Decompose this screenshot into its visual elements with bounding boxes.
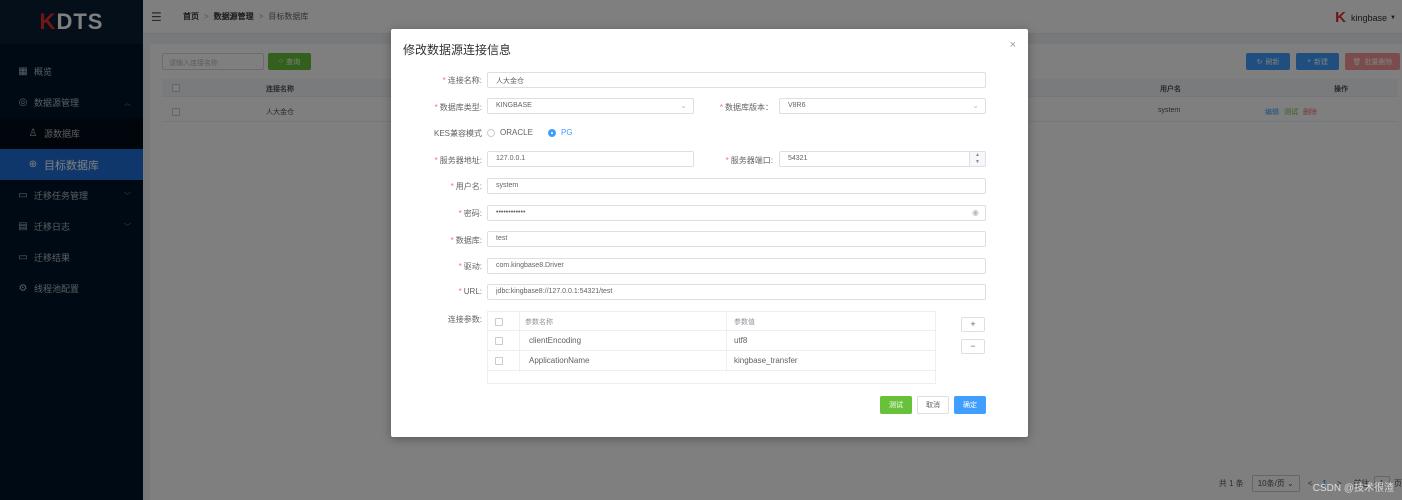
driver-label: * 驱动: bbox=[458, 262, 482, 271]
param-name-header: 参数名称 bbox=[525, 319, 553, 326]
host-input[interactable]: 127.0.0.1 bbox=[487, 151, 694, 167]
edit-connection-dialog: 修改数据源连接信息 × * 连接名称: 人大金仓 * 数据库类型: KINGBASE… bbox=[391, 29, 1028, 437]
db-type-label: * 数据库类型: bbox=[434, 103, 482, 112]
watermark: CSDN @技术很渣 bbox=[1312, 483, 1394, 494]
port-input[interactable]: 54321 ▲ ▼ bbox=[779, 151, 986, 167]
table-row: clientEncoding utf8 bbox=[488, 331, 935, 351]
radio-oracle[interactable]: ORACLE bbox=[487, 128, 533, 137]
dialog-title: 修改数据源连接信息 bbox=[403, 43, 512, 57]
eye-icon[interactable]: ◉ bbox=[972, 208, 979, 217]
radio-oracle-label: ORACLE bbox=[500, 128, 533, 137]
radio-dot bbox=[548, 128, 556, 137]
password-value: •••••••••••• bbox=[496, 209, 526, 216]
confirm-button[interactable]: 确定 bbox=[954, 396, 986, 414]
database-input[interactable]: test bbox=[487, 231, 986, 247]
url-input[interactable]: jdbc:kingbase8://127.0.0.1:54321/test bbox=[487, 284, 986, 300]
driver-input[interactable]: com.kingbase8.Driver bbox=[487, 258, 986, 274]
params-header: 参数名称 参数值 bbox=[488, 312, 935, 331]
user-input[interactable]: system bbox=[487, 178, 986, 194]
password-input[interactable]: •••••••••••• ◉ bbox=[487, 205, 986, 221]
test-button[interactable]: 测试 bbox=[880, 396, 912, 414]
db-type-value: KINGBASE bbox=[496, 102, 532, 109]
chevron-down-icon: ⌄ bbox=[972, 101, 979, 110]
kes-mode-label: KES兼容模式 bbox=[433, 129, 482, 138]
params-label: 连接参数: bbox=[447, 315, 482, 324]
add-param-button[interactable]: + bbox=[961, 317, 985, 332]
params-table: 参数名称 参数值 clientEncoding utf8 Application… bbox=[487, 311, 936, 384]
port-stepper[interactable]: ▲ ▼ bbox=[969, 152, 985, 166]
table-row: ApplicationName kingbase_transfer bbox=[488, 351, 935, 371]
close-icon[interactable]: × bbox=[1010, 39, 1016, 51]
remove-param-button[interactable]: − bbox=[961, 339, 985, 354]
radio-pg[interactable]: PG bbox=[548, 128, 573, 137]
host-label: * 服务器地址: bbox=[434, 156, 482, 165]
row-checkbox[interactable] bbox=[495, 357, 503, 365]
radio-dot bbox=[487, 128, 495, 137]
param-name[interactable]: clientEncoding bbox=[529, 336, 581, 345]
radio-pg-label: PG bbox=[561, 128, 573, 137]
param-value[interactable]: utf8 bbox=[734, 336, 747, 345]
db-type-select[interactable]: KINGBASE ⌄ bbox=[487, 98, 694, 114]
conn-name-label: * 连接名称: bbox=[442, 76, 482, 85]
password-label: * 密码: bbox=[458, 209, 482, 218]
database-label: * 数据库: bbox=[450, 236, 482, 245]
port-value: 54321 bbox=[788, 155, 808, 162]
user-label: * 用户名: bbox=[450, 182, 482, 191]
conn-name-input[interactable]: 人大金仓 bbox=[487, 72, 986, 88]
chevron-down-icon: ⌄ bbox=[680, 101, 687, 110]
db-version-label: * 数据库版本： bbox=[719, 103, 773, 112]
db-version-select[interactable]: V8R6 ⌄ bbox=[779, 98, 986, 114]
param-value[interactable]: kingbase_transfer bbox=[734, 356, 798, 365]
cancel-button[interactable]: 取消 bbox=[917, 396, 949, 414]
url-label: * URL: bbox=[458, 287, 482, 296]
params-select-all-checkbox[interactable] bbox=[495, 318, 503, 326]
port-label: * 服务器端口: bbox=[725, 156, 773, 165]
db-version-value: V8R6 bbox=[788, 102, 806, 109]
param-name[interactable]: ApplicationName bbox=[529, 356, 589, 365]
param-value-header: 参数值 bbox=[734, 319, 755, 326]
row-checkbox[interactable] bbox=[495, 337, 503, 345]
